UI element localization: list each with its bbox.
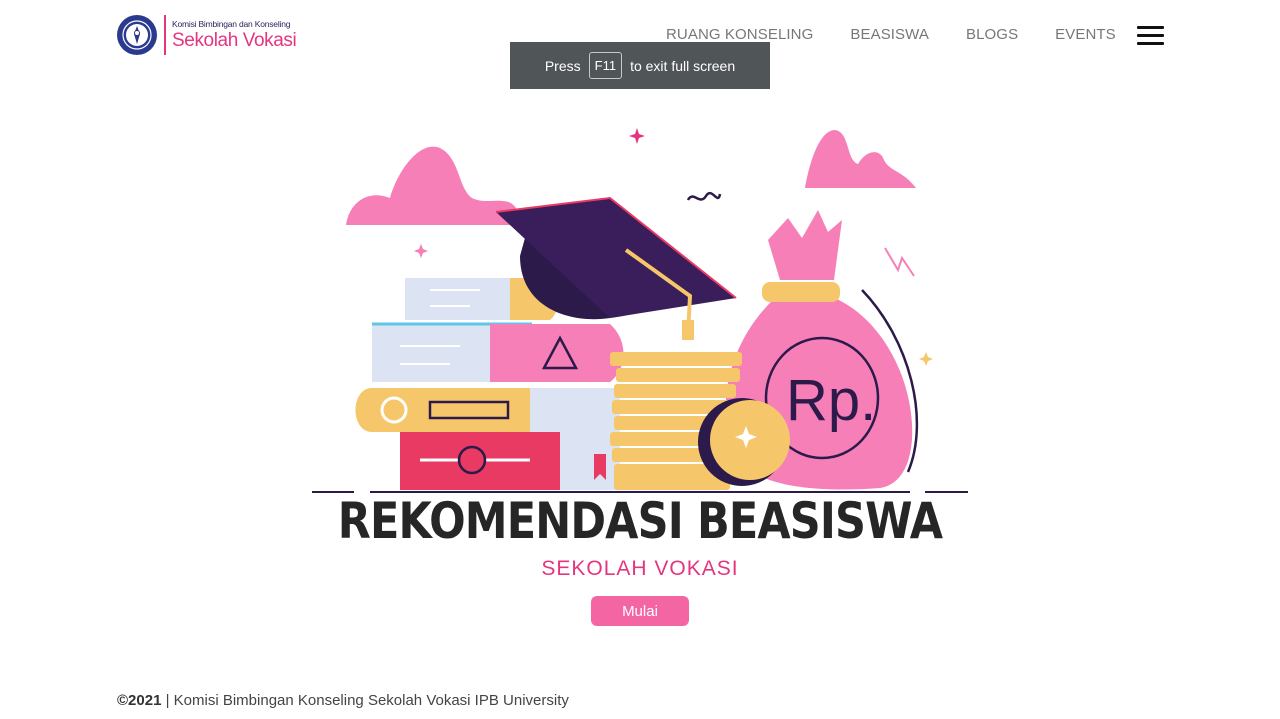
sparkle-icon bbox=[629, 128, 645, 144]
hamburger-menu-icon[interactable] bbox=[1137, 26, 1164, 45]
nav-ruang-konseling[interactable]: RUANG KONSELING bbox=[666, 26, 813, 43]
sparkle-icon bbox=[414, 244, 428, 258]
fullscreen-key: F11 bbox=[588, 52, 623, 79]
currency-mark: Rp. bbox=[786, 368, 876, 433]
book-pink-mid bbox=[490, 324, 624, 382]
squiggle-icon bbox=[686, 191, 722, 201]
logo-subtitle: Komisi Bimbingan dan Konseling bbox=[172, 18, 291, 29]
sparkle-icon bbox=[919, 352, 933, 366]
fullscreen-notice-after: to exit full screen bbox=[630, 57, 736, 74]
nav-beasiswa[interactable]: BEASISWA bbox=[850, 26, 929, 43]
money-bag-tie bbox=[762, 282, 840, 302]
site-footer: ©2021 | Komisi Bimbingan Konseling Sekol… bbox=[117, 692, 569, 709]
site-logo[interactable]: Komisi Bimbingan dan Konseling Sekolah V… bbox=[116, 14, 297, 56]
footer-copyright: ©2021 bbox=[117, 692, 162, 709]
hero-title: REKOMENDASI BEASISWA bbox=[337, 492, 943, 550]
fullscreen-notice: Press F11 to exit full screen bbox=[510, 42, 770, 89]
money-bag-neck bbox=[768, 210, 842, 280]
logo-title: Sekolah Vokasi bbox=[172, 30, 297, 52]
start-button[interactable]: Mulai bbox=[591, 596, 689, 626]
main-nav: RUANG KONSELING BEASISWA BLOGS EVENTS bbox=[666, 26, 1153, 43]
nav-events[interactable]: EVENTS bbox=[1055, 26, 1116, 43]
hero-subtitle: SEKOLAH VOKASI bbox=[541, 557, 739, 580]
fullscreen-notice-before: Press bbox=[544, 57, 581, 74]
zigzag-icon bbox=[884, 247, 915, 277]
footer-separator: | bbox=[165, 692, 170, 709]
ipb-seal-icon bbox=[117, 15, 157, 55]
logo-text: Komisi Bimbingan dan Konseling Sekolah V… bbox=[172, 18, 297, 52]
pink-blob-right bbox=[805, 130, 916, 188]
book-blue-low bbox=[530, 388, 620, 432]
footer-text: Komisi Bimbingan Konseling Sekolah Vokas… bbox=[173, 692, 569, 709]
logo-divider bbox=[164, 15, 166, 55]
scholarship-illustration: Rp. bbox=[312, 128, 968, 493]
nav-blogs[interactable]: BLOGS bbox=[966, 26, 1018, 43]
